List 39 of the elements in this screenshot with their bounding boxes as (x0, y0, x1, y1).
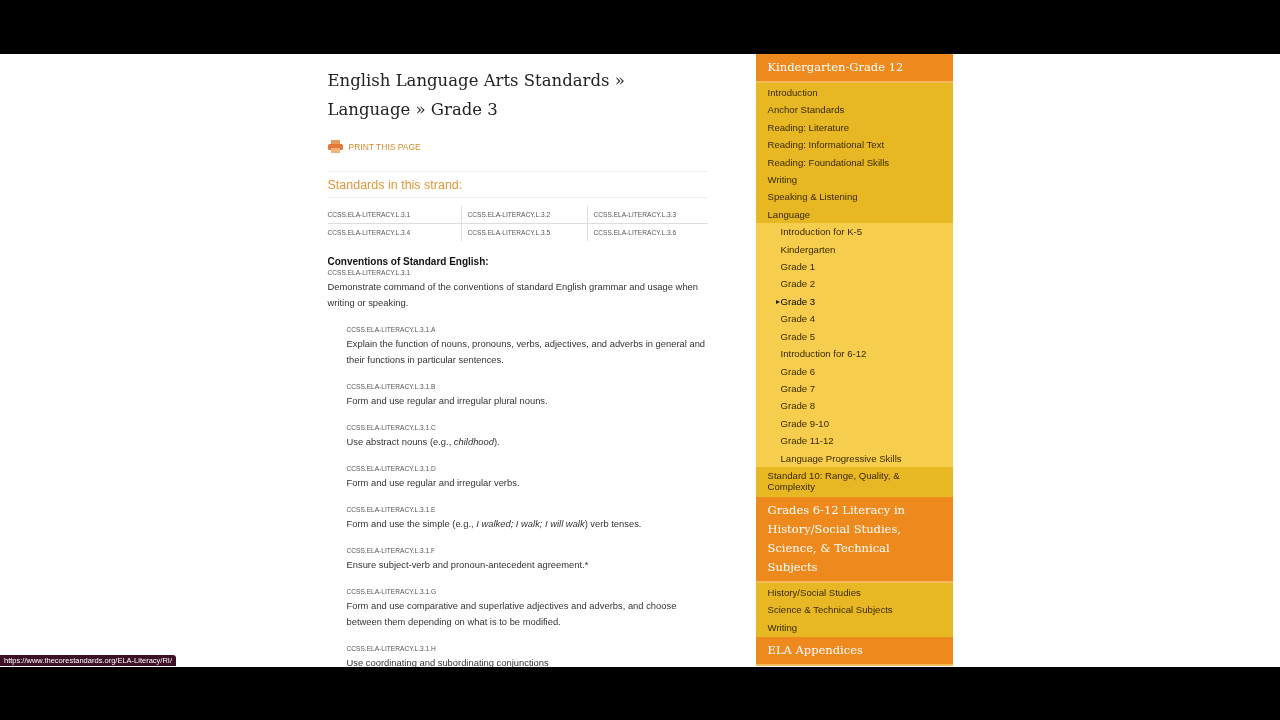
nav-subitem[interactable]: Grade 2 (755, 275, 953, 293)
nav-item[interactable]: Standard 10: Range, Quality, & Complexity (755, 466, 953, 496)
nav-item[interactable]: Anchor Standards (755, 101, 953, 119)
nav-item[interactable]: Reading: Informational Text (755, 136, 953, 154)
nav-subitem[interactable]: Grade 9-10 (755, 414, 953, 433)
nav-subitem[interactable]: Grade 3 (755, 292, 953, 311)
nav-subitem[interactable]: Grade 6 (755, 362, 953, 380)
triangle-marker-icon (775, 299, 780, 304)
nav-item[interactable]: History/Social Studies (755, 583, 953, 602)
page-title: English Language Arts Standards » Language » Grade 3 (327, 70, 626, 121)
standard-text: Form and use the simple (e.g., I walked; I walk; I will walk) verb tenses. (346, 517, 643, 531)
nav-item[interactable]: Reading: Literature (755, 118, 953, 137)
nav-subitem[interactable]: Grade 7 (755, 379, 953, 398)
nav-item[interactable]: Reading: Foundational Skills (755, 153, 953, 172)
standard-text: Form and use regular and irregular plural nouns. (346, 394, 549, 408)
nav-subitem[interactable]: Grade 5 (755, 327, 953, 346)
nav-item[interactable]: Writing (755, 618, 953, 636)
nav-subitem[interactable]: Introduction for K-5 (755, 223, 953, 241)
standard-text: Explain the function of nouns, pronouns, verbs, adjectives, and adverbs in general and their functions in particular sentences. (346, 337, 707, 367)
standard-text: Ensure subject-verb and pronoun-antecedent agreement.* (346, 558, 590, 572)
strand-heading: Standards in this strand: (327, 171, 708, 198)
standard-text: Form and use regular and irregular verbs. (346, 476, 521, 490)
nav-item[interactable]: Language (755, 205, 953, 224)
nav-subitem[interactable]: Introduction for 6-12 (755, 345, 953, 363)
standard-text: Demonstrate command of the conventions of standard English grammar and usage when writing or speaking. (327, 280, 700, 310)
nav-subitem[interactable]: Language Progressive Skills (755, 449, 953, 467)
nav-subitem[interactable]: Grade 8 (755, 397, 953, 415)
printer-icon (327, 140, 343, 153)
standard-text: Form and use comparative and superlative adjectives and adverbs, and choose between them depending on what is to be modified. (346, 599, 678, 629)
nav-item[interactable]: Writing (755, 171, 953, 189)
nav-subitem[interactable]: Kindergarten (755, 240, 953, 259)
nav-item[interactable]: Speaking & Listening (755, 188, 953, 206)
nav-item[interactable]: Introduction (755, 84, 953, 102)
nav-item[interactable]: Science & Technical Subjects (755, 601, 953, 619)
standard-text: Use abstract nouns (e.g., childhood). (346, 435, 501, 449)
nav-subitem[interactable]: Grade 1 (755, 258, 953, 276)
nav-subitem[interactable]: Grade 4 (755, 310, 953, 328)
nav-subitem[interactable]: Grade 11-12 (755, 432, 953, 450)
section-heading: Conventions of Standard English: (327, 256, 490, 267)
